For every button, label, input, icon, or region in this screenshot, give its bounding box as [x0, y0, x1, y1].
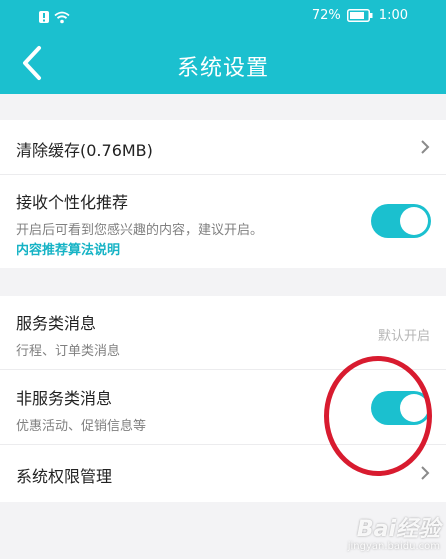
status-icons-left [38, 10, 70, 24]
non-service-messages-description: 优惠活动、促销信息等 [16, 419, 147, 434]
clear-cache-label: 清除缓存(0.76MB) [16, 141, 153, 160]
battery-icon [346, 9, 373, 22]
wifi-icon [54, 11, 70, 23]
non-service-messages-label: 非服务类消息 [16, 389, 113, 408]
personal-recommend-description: 开启后可看到您感兴趣的内容，建议开启。 [16, 223, 264, 238]
battery-percent: 72% [311, 8, 341, 23]
watermark: Bai经验 jingyan.baidu.com [348, 519, 440, 553]
personal-recommend-toggle[interactable] [371, 204, 431, 238]
chevron-right-icon [421, 466, 430, 480]
notification-icon [39, 11, 49, 23]
algorithm-explanation-link[interactable]: 内容推荐算法说明 [16, 239, 120, 258]
app-header: 72% 1:00 系统设置 [0, 0, 446, 94]
clock: 1:00 [378, 8, 408, 23]
annotation-circle [324, 356, 432, 476]
chevron-right-icon [421, 140, 430, 154]
page-title: 系统设置 [176, 56, 269, 81]
personal-recommend-row: 接收个性化推荐 开启后可看到您感兴趣的内容，建议开启。 内容推荐算法说明 [0, 175, 446, 268]
service-messages-status: 默认开启 [377, 329, 430, 344]
service-messages-label: 服务类消息 [16, 314, 97, 333]
settings-group-general: 清除缓存(0.76MB) 接收个性化推荐 开启后可看到您感兴趣的内容，建议开启。… [0, 120, 446, 268]
clear-cache-row[interactable]: 清除缓存(0.76MB) [0, 120, 446, 175]
personal-recommend-label: 接收个性化推荐 [16, 193, 129, 212]
watermark-url: jingyan.baidu.com [347, 541, 440, 552]
permissions-label: 系统权限管理 [16, 467, 113, 486]
watermark-brand: Bai经验 [356, 517, 440, 542]
status-icons-right: 72% 1:00 [312, 8, 408, 23]
service-messages-description: 行程、订单类消息 [16, 344, 121, 359]
toggle-knob [400, 207, 428, 235]
